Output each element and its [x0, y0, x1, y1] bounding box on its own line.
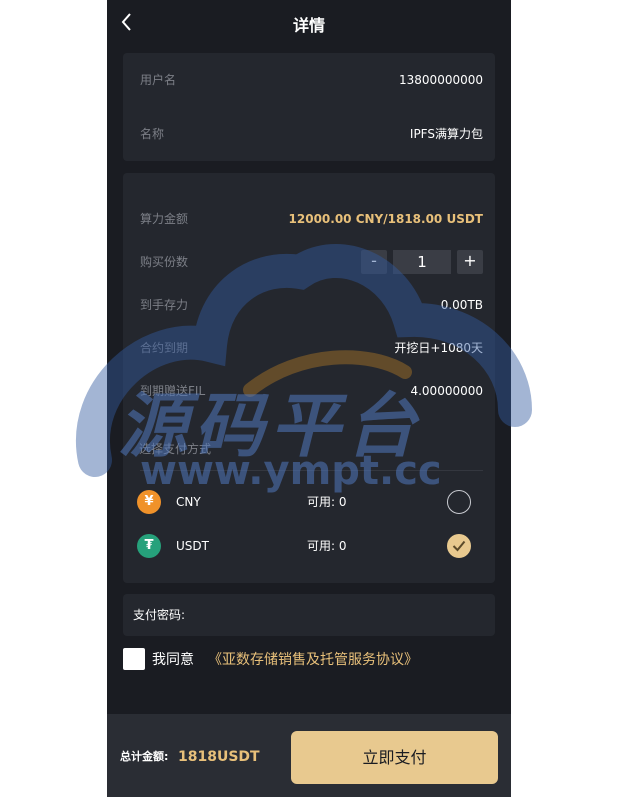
expire-label: 合约到期 — [140, 341, 189, 355]
expire-value: 开挖日+1080天 — [394, 341, 483, 355]
payment-radio-cny[interactable] — [447, 490, 471, 514]
payment-option-cny[interactable]: ¥ CNY 可用: 0 — [137, 489, 471, 515]
username-row: 用户名 13800000000 — [140, 70, 483, 90]
payment-available-balance: 可用: 0 — [307, 495, 347, 509]
account-info-card: 用户名 13800000000 名称 IPFS满算力包 — [123, 53, 495, 161]
total-amount-value: 1818USDT — [178, 749, 260, 765]
fil-bonus-label: 到期赠送FIL — [140, 384, 206, 398]
quantity-label: 购买份数 — [140, 255, 189, 269]
payment-available-balance: 可用: 0 — [307, 539, 347, 553]
payment-currency-name: CNY — [176, 495, 201, 509]
payment-method-title: 选择支付方式 — [139, 442, 212, 456]
page-title: 详情 — [292, 16, 325, 35]
payment-password-field[interactable]: 支付密码: — [123, 594, 495, 636]
price-label: 算力金额 — [140, 212, 189, 226]
price-value: 12000.00 CNY/1818.00 USDT — [288, 212, 483, 226]
storage-value: 0.00TB — [440, 298, 483, 312]
order-detail-card: 算力金额 12000.00 CNY/1818.00 USDT 购买份数 - 1 … — [123, 173, 495, 583]
storage-label: 到手存力 — [140, 298, 189, 312]
quantity-stepper: - 1 + — [361, 250, 483, 274]
cny-coin-icon: ¥ — [137, 490, 161, 514]
price-row: 算力金额 12000.00 CNY/1818.00 USDT — [140, 209, 483, 229]
storage-row: 到手存力 0.00TB — [140, 295, 483, 315]
product-name-row: 名称 IPFS满算力包 — [140, 124, 483, 144]
expire-row: 合约到期 开挖日+1080天 — [140, 338, 483, 358]
payment-password-label: 支付密码: — [133, 608, 186, 622]
agreement-text: 我同意 — [152, 652, 194, 668]
payment-radio-usdt[interactable] — [447, 534, 471, 558]
agreement-checkbox[interactable] — [123, 648, 145, 670]
fil-bonus-value: 4.00000000 — [410, 384, 483, 398]
username-label: 用户名 — [140, 73, 177, 87]
checkout-footer: 总计金额: 1818USDT 立即支付 — [107, 714, 511, 797]
quantity-minus-button[interactable]: - — [361, 250, 387, 274]
divider — [140, 470, 483, 471]
header-bar: 详情 — [107, 0, 511, 46]
quantity-input[interactable]: 1 — [393, 250, 451, 274]
product-name-label: 名称 — [140, 127, 165, 141]
quantity-plus-button[interactable]: + — [457, 250, 483, 274]
username-value: 13800000000 — [399, 73, 483, 87]
payment-currency-name: USDT — [176, 539, 209, 553]
total-amount-label: 总计金额: — [120, 750, 169, 763]
agreement-link[interactable]: 《亚数存储销售及托管服务协议》 — [208, 648, 418, 672]
fil-bonus-row: 到期赠送FIL 4.00000000 — [140, 381, 483, 401]
check-icon — [452, 540, 466, 552]
pay-now-button[interactable]: 立即支付 — [291, 731, 498, 784]
product-name-value: IPFS满算力包 — [409, 127, 483, 141]
usdt-coin-icon: ₮ — [137, 534, 161, 558]
phone-screen: 详情 用户名 13800000000 名称 IPFS满算力包 算力金额 1200… — [107, 0, 511, 797]
payment-method-title-row: 选择支付方式 — [139, 439, 483, 459]
payment-option-usdt[interactable]: ₮ USDT 可用: 0 — [137, 533, 471, 559]
